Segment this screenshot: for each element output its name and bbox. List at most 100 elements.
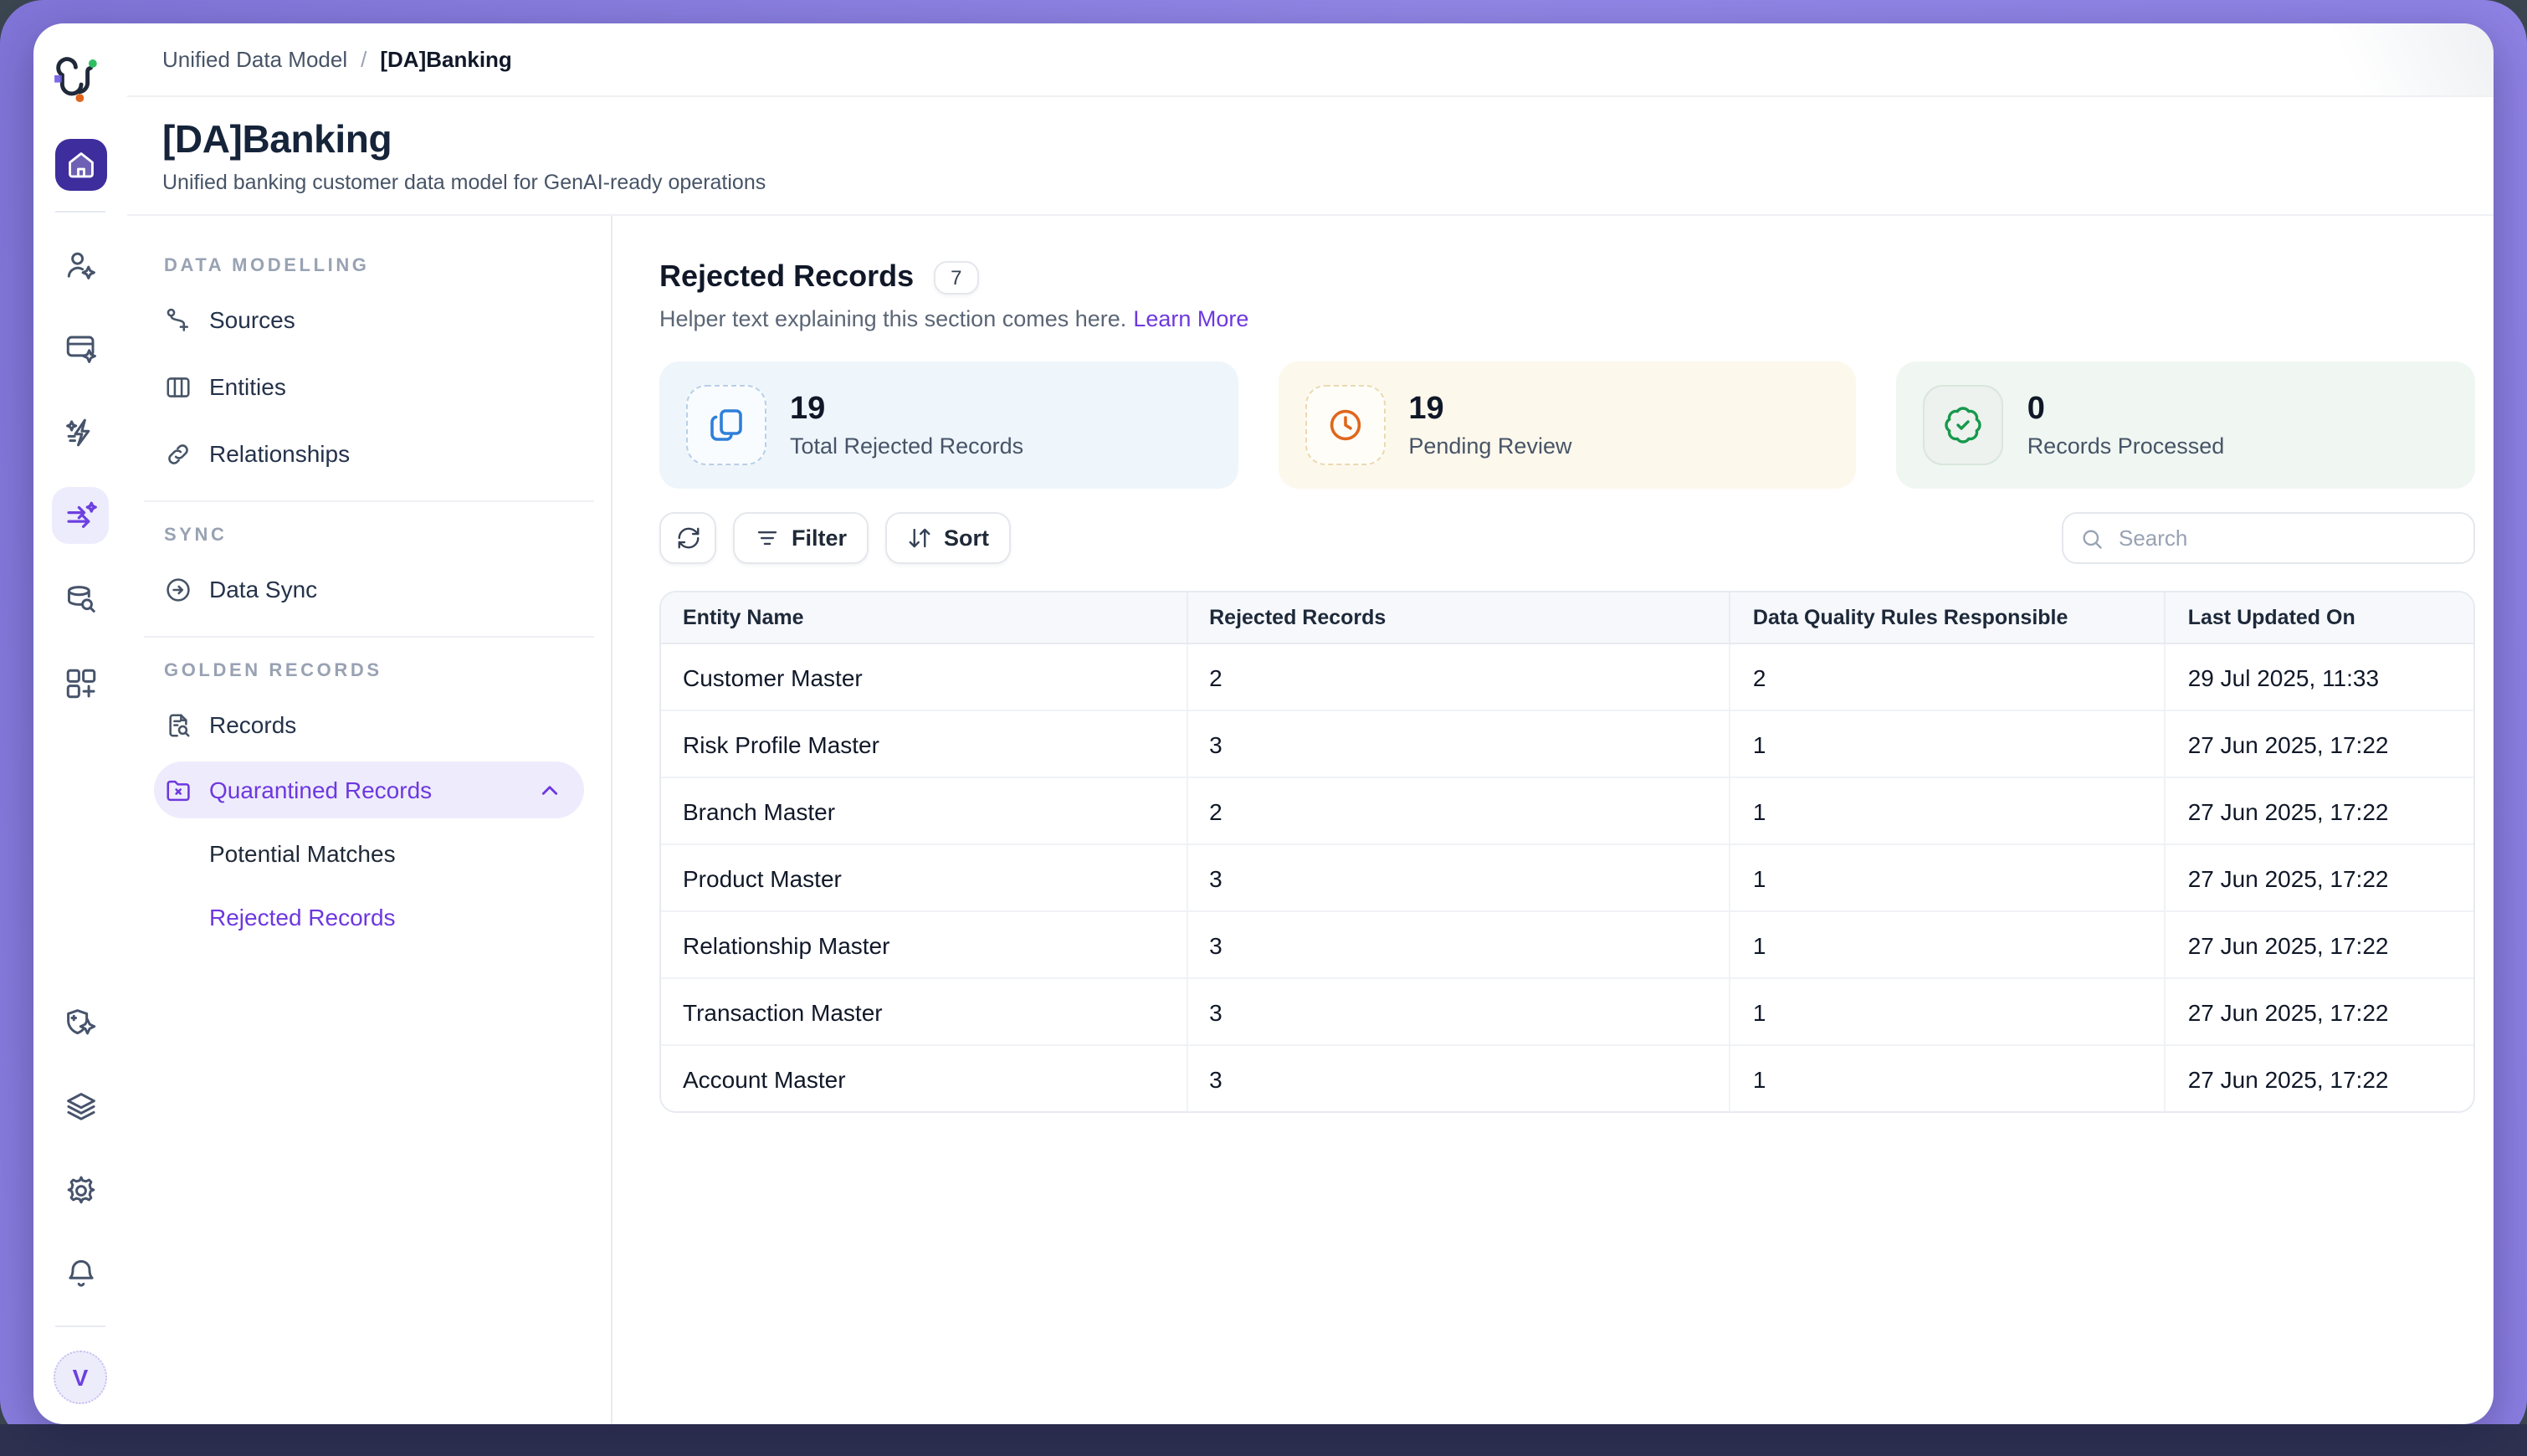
breadcrumb: Unified Data Model / [DA]Banking: [127, 23, 2494, 97]
governance-button[interactable]: [52, 994, 109, 1051]
sidebar-item-label: Sources: [209, 306, 295, 333]
folder-x-icon: [164, 776, 192, 804]
user-sparkle-icon: [63, 247, 98, 282]
table-cell: 1: [1730, 844, 2166, 911]
sidebar-item-sources[interactable]: Sources: [127, 286, 611, 353]
count-badge: 7: [934, 260, 978, 294]
table-cell: 1: [1730, 1045, 2166, 1111]
table-body: Customer Master2229 Jul 2025, 11:33Risk …: [661, 643, 2473, 1111]
sidebar-item-data-sync[interactable]: Data Sync: [127, 556, 611, 623]
page-subtitle: Unified banking customer data model for …: [162, 171, 2494, 194]
table-row[interactable]: Account Master3127 Jun 2025, 17:22: [661, 1045, 2473, 1111]
helper-text-body: Helper text explaining this section come…: [659, 306, 1126, 331]
section-header: Rejected Records 7: [659, 259, 2475, 295]
search-icon: [2080, 526, 2104, 550]
sidebar-item-records[interactable]: Records: [127, 691, 611, 758]
sidebar-divider: [144, 636, 594, 638]
arrows-sparkle-icon: [63, 498, 98, 533]
stat-card-total-rejected: 19 Total Rejected Records: [659, 361, 1238, 489]
sidebar-item-label: Relationships: [209, 440, 350, 467]
stage: V Unified Data Model / [DA]Banking [DA]B…: [0, 0, 2527, 1456]
table-cell: 27 Jun 2025, 17:22: [2166, 911, 2473, 978]
sidebar: DATA MODELLING Sources Entitie: [127, 216, 613, 1424]
sidebar-item-entities[interactable]: Entities: [127, 353, 611, 420]
search-input[interactable]: [2115, 524, 2457, 552]
app-logo[interactable]: [54, 57, 107, 114]
table-cell: 3: [1187, 911, 1730, 978]
shield-sparkle-icon: [63, 1005, 98, 1040]
clock-icon: [1325, 405, 1365, 445]
settings-button[interactable]: [52, 1161, 109, 1218]
table-row[interactable]: Transaction Master3127 Jun 2025, 17:22: [661, 978, 2473, 1045]
stat-value: 19: [790, 391, 1023, 428]
sidebar-item-label: Records: [209, 711, 296, 738]
gear-icon: [63, 1172, 98, 1207]
sort-button[interactable]: Sort: [885, 512, 1011, 564]
table-cell: 3: [1187, 710, 1730, 777]
sidebar-item-relationships[interactable]: Relationships: [127, 420, 611, 487]
section-title: Rejected Records: [659, 259, 914, 295]
stat-value: 19: [1408, 391, 1571, 428]
bottom-navy-bar: [0, 1424, 2527, 1456]
table-cell: 2: [1187, 777, 1730, 844]
stat-icon-tile: [686, 385, 766, 465]
column-header-last-updated: Last Updated On: [2166, 592, 2473, 643]
table-cell: 3: [1187, 978, 1730, 1045]
apps-button[interactable]: [52, 654, 109, 711]
column-header-rejected-records: Rejected Records: [1187, 592, 1730, 643]
page-header: [DA]Banking Unified banking customer dat…: [127, 97, 2494, 216]
sidebar-item-label: Rejected Records: [209, 904, 396, 931]
sidebar-subitem-rejected-records[interactable]: Rejected Records: [127, 885, 611, 949]
automation-button[interactable]: [52, 403, 109, 460]
copy-icon: [706, 405, 746, 445]
sidebar-divider: [144, 500, 594, 502]
home-button[interactable]: [54, 139, 106, 191]
filter-button[interactable]: Filter: [733, 512, 869, 564]
data-explorer-button[interactable]: [52, 571, 109, 628]
link-icon: [164, 439, 192, 468]
table-cell: 27 Jun 2025, 17:22: [2166, 1045, 2473, 1111]
main-content: Rejected Records 7 Helper text explainin…: [613, 216, 2494, 1424]
notifications-button[interactable]: [52, 1245, 109, 1302]
stat-label: Records Processed: [2027, 434, 2225, 459]
panel-ai-button[interactable]: [52, 320, 109, 377]
breadcrumb-root[interactable]: Unified Data Model: [162, 47, 347, 72]
table-cell: Risk Profile Master: [661, 710, 1187, 777]
table-cell: 3: [1187, 1045, 1730, 1111]
sidebar-subitem-potential-matches[interactable]: Potential Matches: [127, 822, 611, 885]
table-row[interactable]: Customer Master2229 Jul 2025, 11:33: [661, 643, 2473, 710]
stat-value: 0: [2027, 391, 2225, 428]
sidebar-item-label: Potential Matches: [209, 840, 396, 867]
table-row[interactable]: Risk Profile Master3127 Jun 2025, 17:22: [661, 710, 2473, 777]
users-ai-button[interactable]: [52, 236, 109, 293]
column-header-dq-rules: Data Quality Rules Responsible: [1730, 592, 2166, 643]
table-row[interactable]: Branch Master2127 Jun 2025, 17:22: [661, 777, 2473, 844]
sidebar-item-label: Data Sync: [209, 576, 317, 602]
table-row[interactable]: Relationship Master3127 Jun 2025, 17:22: [661, 911, 2473, 978]
waypoints-plus-icon: [164, 305, 192, 334]
sidebar-item-quarantined-records[interactable]: Quarantined Records: [154, 761, 584, 818]
section-label-data-modelling: DATA MODELLING: [127, 256, 611, 276]
file-search-icon: [164, 710, 192, 739]
chevron-up-icon[interactable]: [536, 776, 564, 804]
zap-sparkle-icon: [63, 414, 98, 449]
table-row[interactable]: Product Master3127 Jun 2025, 17:22: [661, 844, 2473, 911]
layers-button[interactable]: [52, 1078, 109, 1135]
table-cell: 27 Jun 2025, 17:22: [2166, 978, 2473, 1045]
table-header-row: Entity Name Rejected Records Data Qualit…: [661, 592, 2473, 643]
stat-text: 19 Pending Review: [1408, 391, 1571, 459]
user-avatar[interactable]: V: [54, 1351, 107, 1404]
refresh-button[interactable]: [659, 512, 716, 564]
home-icon: [64, 149, 96, 181]
data-flow-button[interactable]: [52, 487, 109, 544]
sync-arrow-icon: [164, 575, 192, 603]
app-window: V Unified Data Model / [DA]Banking [DA]B…: [33, 23, 2494, 1424]
sort-icon: [907, 525, 932, 551]
card-sparkle-icon: [63, 331, 98, 366]
right-column: Unified Data Model / [DA]Banking [DA]Ban…: [127, 23, 2494, 1424]
learn-more-link[interactable]: Learn More: [1133, 306, 1248, 331]
table-cell: 1: [1730, 710, 2166, 777]
section-label-golden-records: GOLDEN RECORDS: [127, 661, 611, 681]
filter-icon: [755, 525, 780, 551]
table-cell: 1: [1730, 911, 2166, 978]
